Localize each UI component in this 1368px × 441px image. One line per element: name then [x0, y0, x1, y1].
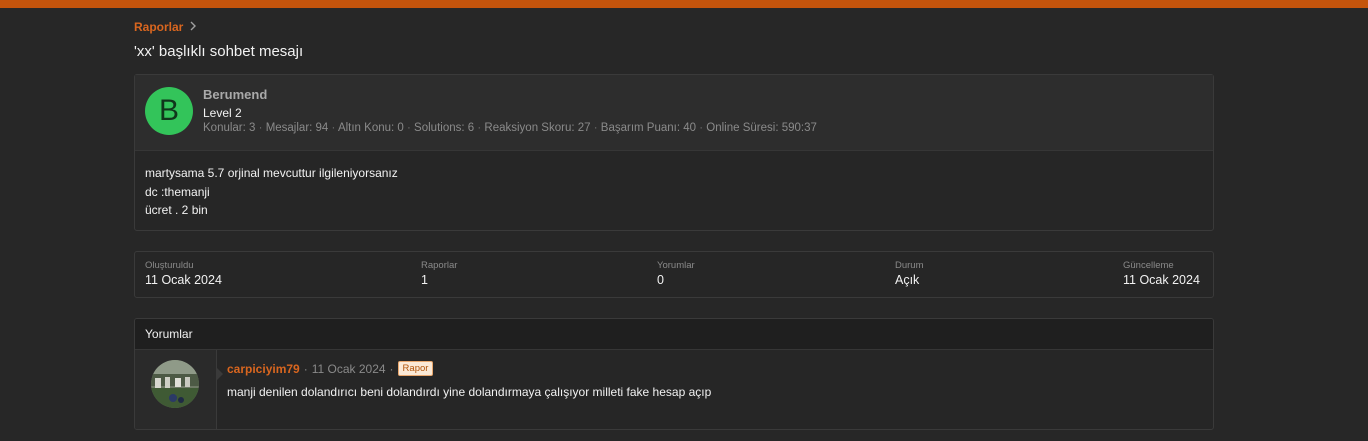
user-level: Level 2: [203, 106, 242, 120]
report-badge: Rapor: [397, 361, 434, 376]
info-created-label: Oluşturuldu: [145, 260, 194, 271]
avatar[interactable]: B: [145, 87, 193, 135]
info-comments-value: 0: [657, 273, 664, 287]
meta-separator: ·: [389, 361, 394, 376]
stat-gold-topics: Altın Konu: 0: [337, 122, 404, 134]
reported-content-card: B Berumend Level 2 Konular: 3 · Mesajlar…: [134, 74, 1214, 231]
comments-heading: Yorumlar: [135, 319, 1213, 350]
stat-separator: ·: [331, 122, 336, 134]
stat-reaction-score: Reaksiyon Skoru: 27: [484, 122, 591, 134]
message-line: martysama 5.7 orjinal mevcuttur ilgileni…: [145, 166, 398, 180]
avatar-letter: B: [158, 94, 179, 127]
stat-achievement-points: Başarım Puanı: 40: [600, 122, 697, 134]
info-created-value: 11 Ocak 2024: [145, 273, 222, 287]
info-status-label: Durum: [895, 260, 924, 271]
info-comments-label: Yorumlar: [657, 260, 695, 271]
info-updated: Güncelleme 11 Ocak 2024: [1123, 260, 1200, 287]
comment-text: manji denilen dolandırıcı beni dolandırd…: [227, 385, 712, 399]
username-link[interactable]: Berumend: [203, 87, 267, 102]
info-reports-value: 1: [421, 273, 428, 287]
avatar[interactable]: [151, 360, 199, 408]
user-stats: Konular: 3 · Mesajlar: 94 · Altın Konu: …: [203, 122, 817, 134]
stat-topics: Konular: 3: [203, 122, 256, 134]
report-info-bar: Oluşturuldu 11 Ocak 2024 Raporlar 1 Yoru…: [134, 251, 1214, 298]
comment-date[interactable]: 11 Ocak 2024: [312, 362, 386, 376]
comment-pointer: [217, 368, 223, 380]
info-updated-value: 11 Ocak 2024: [1123, 273, 1200, 287]
breadcrumb-item-raporlar[interactable]: Raporlar: [134, 20, 183, 34]
info-reports-label: Raporlar: [421, 260, 458, 271]
comment-avatar-column: [135, 350, 223, 429]
stat-messages: Mesajlar: 94: [265, 122, 329, 134]
info-updated-label: Güncelleme: [1123, 260, 1174, 271]
meta-separator: ·: [303, 361, 308, 376]
stat-solutions: Solutions: 6: [414, 122, 475, 134]
comment-item: carpiciyim79 · 11 Ocak 2024 · Rapor manj…: [135, 350, 1213, 429]
page-title: 'xx' başlıklı sohbet mesajı: [134, 43, 304, 60]
top-accent-bar: [0, 0, 1368, 8]
comment-author-link[interactable]: carpiciyim79: [227, 362, 300, 376]
stat-separator: ·: [593, 122, 598, 134]
breadcrumb: Raporlar: [134, 20, 197, 34]
reported-message-body: martysama 5.7 orjinal mevcuttur ilgileni…: [135, 151, 1213, 220]
comments-section: Yorumlar carpiciyim79 · 11 Ocak 2024 · R…: [134, 318, 1214, 430]
info-status: Durum Açık: [895, 260, 924, 287]
reported-user-header: B Berumend Level 2 Konular: 3 · Mesajlar…: [135, 75, 1213, 151]
stat-separator: ·: [407, 122, 411, 134]
stat-separator: ·: [258, 122, 263, 134]
stat-separator: ·: [477, 122, 482, 134]
message-line: ücret . 2 bin: [145, 203, 208, 217]
info-comments: Yorumlar 0: [657, 260, 695, 287]
chevron-right-icon: [189, 20, 197, 34]
info-status-value: Açık: [895, 273, 920, 287]
message-line: dc :themanji: [145, 184, 210, 199]
info-reports: Raporlar 1: [421, 260, 457, 287]
info-created: Oluşturuldu 11 Ocak 2024: [145, 260, 222, 287]
stat-separator: ·: [699, 122, 704, 134]
comment-meta: carpiciyim79 · 11 Ocak 2024 · Rapor: [227, 361, 434, 376]
stat-online-time: Online Süresi: 590:37: [706, 122, 817, 134]
